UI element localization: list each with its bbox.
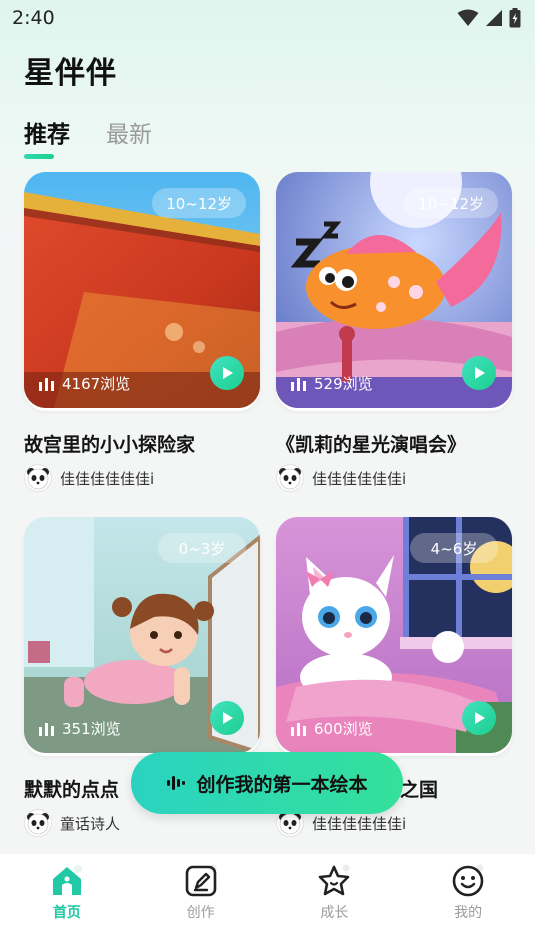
page-title: 星伴伴	[24, 56, 117, 91]
view-count-text: 4167浏览	[62, 375, 131, 393]
book-title: 故宫里的小小探险家	[24, 434, 196, 456]
age-badge: 0~3岁	[158, 533, 246, 563]
create-button-label: 创作我的第一本绘本	[196, 773, 368, 796]
panda-avatar	[276, 464, 304, 492]
bar-chart-icon	[39, 377, 54, 391]
book-title: 之国	[400, 779, 439, 801]
book-cover: 4~6岁 600浏览	[276, 517, 512, 753]
view-count: 351浏览	[38, 718, 121, 739]
play-button[interactable]	[462, 356, 496, 390]
play-icon	[223, 367, 233, 379]
nav-label: 首页	[52, 905, 81, 921]
book-title: 默默的点点	[24, 779, 120, 801]
nav-label: 成长	[320, 905, 349, 921]
view-count: 600浏览	[290, 718, 373, 739]
book-card[interactable]: 4~6岁 600浏览 之国 佳佳佳佳佳佳i	[276, 517, 512, 837]
tab-bar: 推荐 最新	[24, 115, 152, 159]
author-row[interactable]: 佳佳佳佳佳佳i	[24, 464, 154, 492]
battery-icon	[509, 8, 521, 28]
cellular-signal-icon	[486, 10, 502, 26]
play-icon	[475, 367, 485, 379]
book-cover: 10~12岁 529浏览	[276, 172, 512, 408]
play-icon	[475, 712, 485, 724]
play-button[interactable]	[210, 701, 244, 735]
panda-avatar	[24, 464, 52, 492]
pen-icon	[185, 864, 217, 897]
panda-icon	[279, 813, 301, 835]
author-name: 童话诗人	[60, 814, 121, 833]
bar-chart-icon	[291, 377, 306, 391]
author-name: 佳佳佳佳佳佳i	[60, 469, 155, 488]
book-card[interactable]: 10~12岁 4167浏览 故宫里的小小探险家 佳佳佳佳佳佳i	[24, 172, 260, 492]
nav-item-growth[interactable]: 成长	[299, 864, 369, 951]
tab-label: 最新	[106, 122, 152, 148]
nav-label: 我的	[454, 905, 483, 921]
create-picture-book-button[interactable]: 创作我的第一本绘本	[131, 752, 403, 814]
nav-item-mine[interactable]: 我的	[433, 864, 503, 951]
age-badge: 4~6岁	[410, 533, 498, 563]
wifi-icon	[457, 9, 479, 26]
tab-active-indicator	[24, 154, 54, 159]
book-card[interactable]: 0~3岁 351浏览 默默的点点 童话诗人	[24, 517, 260, 837]
book-cover: 10~12岁 4167浏览	[24, 172, 260, 408]
view-count: 4167浏览	[38, 373, 130, 394]
nav-item-home[interactable]: 首页	[32, 864, 102, 951]
home-icon	[52, 865, 82, 895]
bottom-nav: 首页 创作 成长 我的	[0, 854, 535, 951]
author-name: 佳佳佳佳佳佳i	[312, 469, 407, 488]
status-icons	[457, 8, 521, 28]
nav-label: 创作	[186, 905, 215, 921]
panda-icon	[27, 468, 49, 490]
bar-chart-icon	[39, 722, 54, 736]
star-icon	[319, 864, 350, 896]
smiley-icon	[452, 864, 484, 897]
tab-latest[interactable]: 最新	[106, 115, 152, 149]
view-count: 529浏览	[290, 373, 373, 394]
play-button[interactable]	[210, 356, 244, 390]
nav-item-create[interactable]: 创作	[166, 864, 236, 951]
panda-icon	[279, 468, 301, 490]
bar-chart-icon	[291, 722, 306, 736]
status-bar: 2:40	[0, 0, 535, 36]
view-count-text: 351浏览	[62, 720, 121, 738]
book-cover: 0~3岁 351浏览	[24, 517, 260, 753]
author-name: 佳佳佳佳佳佳i	[312, 814, 407, 833]
author-row[interactable]: 童话诗人	[24, 809, 120, 837]
panda-icon	[27, 813, 49, 835]
play-button[interactable]	[462, 701, 496, 735]
panda-avatar	[24, 809, 52, 837]
author-row[interactable]: 佳佳佳佳佳佳i	[276, 464, 406, 492]
view-count-text: 529浏览	[314, 375, 373, 393]
age-badge: 10~12岁	[152, 188, 246, 218]
play-icon	[223, 712, 233, 724]
book-card[interactable]: 10~12岁 529浏览 《凯莉的星光演唱会》 佳佳佳佳佳佳i	[276, 172, 512, 492]
tab-recommended[interactable]: 推荐	[24, 115, 70, 159]
view-count-text: 600浏览	[314, 720, 373, 738]
status-time: 2:40	[12, 7, 55, 29]
book-title: 《凯莉的星光演唱会》	[276, 434, 467, 456]
tab-label: 推荐	[24, 122, 70, 148]
sound-wave-icon	[167, 776, 186, 790]
age-badge: 10~12岁	[404, 188, 498, 218]
